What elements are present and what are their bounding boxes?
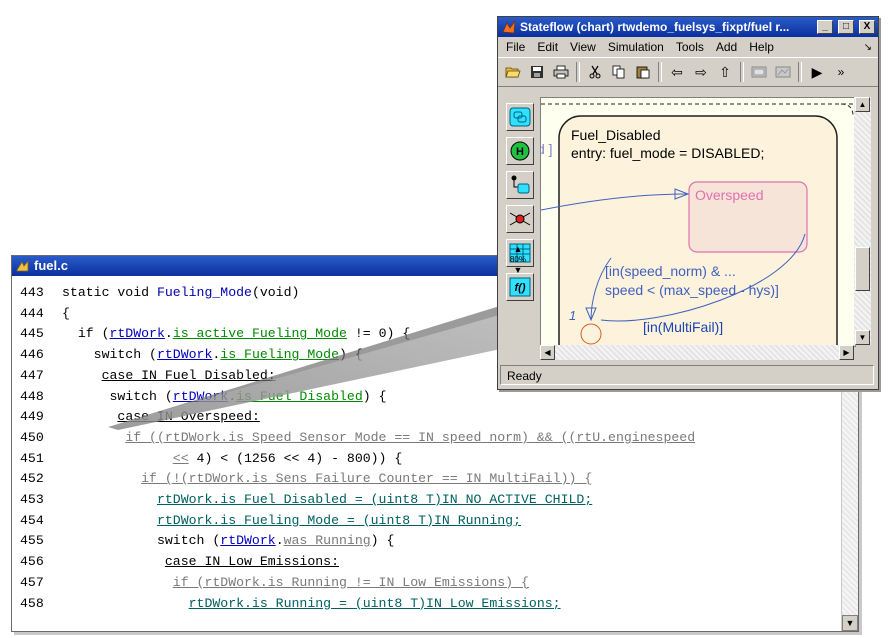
- menu-overflow-icon[interactable]: ↘: [864, 42, 872, 53]
- forward-arrow-icon[interactable]: ⇨: [692, 63, 710, 81]
- chart-scroll-down-arrow[interactable]: ▼: [855, 330, 870, 345]
- toolbar-separator: [576, 62, 580, 82]
- svg-text:H: H: [516, 146, 524, 158]
- stateflow-titlebar[interactable]: Stateflow (chart) rtwdemo_fuelsys_fixpt/…: [498, 17, 878, 37]
- toolbar-overflow-icon[interactable]: »: [832, 63, 850, 81]
- menu-edit[interactable]: Edit: [537, 40, 558, 54]
- menu-file[interactable]: File: [506, 40, 525, 54]
- transition-label-1: [in(speed_norm) & ...: [605, 263, 736, 279]
- explorer-icon[interactable]: [774, 63, 792, 81]
- connective-junction-icon[interactable]: [506, 205, 534, 233]
- maximize-button[interactable]: □: [838, 20, 854, 34]
- up-arrow-icon[interactable]: ⇧: [716, 63, 734, 81]
- close-button[interactable]: X: [859, 20, 875, 34]
- copy-icon[interactable]: [610, 63, 628, 81]
- play-icon[interactable]: ▶: [808, 63, 826, 81]
- overspeed-name: Overspeed: [695, 187, 763, 203]
- chart-scroll-left-arrow[interactable]: ◀: [540, 345, 555, 360]
- toolbar-separator: [798, 62, 802, 82]
- zoom-out-icon[interactable]: ▼: [502, 266, 534, 275]
- menu-help[interactable]: Help: [749, 40, 774, 54]
- back-arrow-icon[interactable]: ⇦: [668, 63, 686, 81]
- menu-tools[interactable]: Tools: [676, 40, 704, 54]
- open-icon[interactable]: [504, 63, 522, 81]
- chart-scroll-right-arrow[interactable]: ▶: [839, 345, 854, 360]
- cut-icon[interactable]: [586, 63, 604, 81]
- chart-scroll-up-arrow[interactable]: ▲: [855, 97, 870, 112]
- zoom-control[interactable]: ▲ 80% ▼: [502, 245, 534, 279]
- history-junction-icon[interactable]: H: [506, 137, 534, 165]
- svg-text:f(): f(): [515, 282, 526, 294]
- transition-label-2: speed < (max_speed - hys)]: [605, 282, 779, 298]
- left-fragment-label: d ]: [541, 141, 553, 157]
- print-icon[interactable]: [552, 63, 570, 81]
- paste-icon[interactable]: [634, 63, 652, 81]
- stateflow-title: Stateflow (chart) rtwdemo_fuelsys_fixpt/…: [520, 20, 790, 34]
- library-icon[interactable]: [750, 63, 768, 81]
- save-icon[interactable]: [528, 63, 546, 81]
- stateflow-logo-icon: [502, 20, 516, 34]
- toolbar-separator: [658, 62, 662, 82]
- fuel-disabled-name: Fuel_Disabled: [571, 127, 661, 143]
- menu-simulation[interactable]: Simulation: [608, 40, 664, 54]
- toolbar: ⇦ ⇨ ⇧ ▶ »: [498, 57, 878, 87]
- fuel-disabled-entry: entry: fuel_mode = DISABLED;: [571, 145, 764, 161]
- chart-scroll-thumb[interactable]: [855, 247, 870, 291]
- zoom-in-icon[interactable]: ▲: [502, 245, 534, 254]
- toolbar-separator: [740, 62, 744, 82]
- state-tool-icon[interactable]: [506, 103, 534, 131]
- menu-bar: File Edit View Simulation Tools Add Help…: [498, 37, 878, 57]
- menu-add[interactable]: Add: [716, 40, 737, 54]
- chart-canvas[interactable]: d ] Fuel_Disabled entry: fuel_mode = DIS…: [540, 97, 856, 347]
- menu-view[interactable]: View: [570, 40, 596, 54]
- default-transition-icon[interactable]: [506, 171, 534, 199]
- transition-priority: 1: [569, 308, 576, 323]
- minimize-button[interactable]: _: [817, 20, 833, 34]
- chart-horizontal-scrollbar[interactable]: ◀ ▶: [540, 345, 854, 360]
- transition-label-3: [in(MultiFail)]: [643, 319, 723, 335]
- object-palette: H f(): [502, 97, 538, 359]
- status-bar: Ready: [500, 365, 874, 385]
- stateflow-window: Stateflow (chart) rtwdemo_fuelsys_fixpt/…: [497, 16, 879, 390]
- chart-vertical-scrollbar[interactable]: ▲ ▼: [854, 97, 871, 345]
